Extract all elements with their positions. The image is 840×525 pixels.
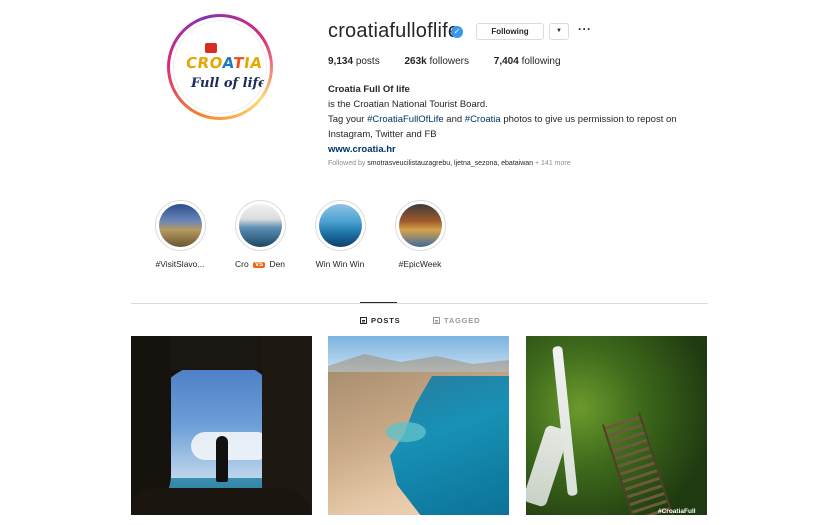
bio-text: Tag your [328, 114, 368, 125]
tab-tagged[interactable]: TAGGED [433, 316, 480, 325]
following-count: 7,404 [493, 56, 519, 67]
highlight-label: Cro VS Den [228, 259, 292, 269]
bio-line-3: Instagram, Twitter and FB [328, 129, 437, 140]
suggestions-dropdown-button[interactable]: ▼ [549, 23, 569, 40]
highlight-label: #EpicWeek [398, 259, 442, 269]
post-thumbnail[interactable] [328, 336, 509, 515]
tab-posts-label: POSTS [371, 316, 401, 325]
profile-stats: 9,134 posts 263k followers 7,404 followi… [328, 56, 583, 67]
highlight-label-part: Cro [234, 259, 249, 269]
logo-letters-1: CRO [184, 54, 224, 72]
grid-icon [360, 317, 367, 324]
highlight-cover-image [398, 204, 442, 247]
posts-stat: 9,134 posts [328, 56, 380, 67]
highlight-ring [234, 200, 286, 251]
highlight-cover-image [318, 204, 362, 247]
followed-by[interactable]: Followed by smotrasveucilistauzagrebu, l… [328, 160, 571, 167]
followers-stat[interactable]: 263k followers [405, 56, 470, 67]
highlight-label-part: Den [269, 259, 286, 269]
story-highlight[interactable]: #VisitSlavo... [148, 200, 212, 269]
croatia-logo-tagline: Full of life [191, 76, 267, 91]
post-image-cloud [191, 432, 271, 460]
website-link[interactable]: www.croatia.hr [328, 142, 708, 157]
posts-count: 9,134 [328, 56, 354, 67]
post-thumbnail[interactable]: #CroatiaFull [526, 336, 707, 515]
bio-full-name: Croatia Full Of life [328, 84, 410, 95]
profile-avatar-story-ring[interactable]: CROATIA Full of life [167, 14, 273, 120]
followers-count: 263k [404, 56, 427, 67]
more-options-icon[interactable]: ··· [578, 22, 592, 36]
tab-tagged-label: TAGGED [444, 316, 481, 325]
profile-bio: Croatia Full Of life is the Croatian Nat… [328, 82, 708, 157]
highlight-ring [154, 200, 206, 251]
hashtag-link[interactable]: #Croatia [465, 114, 501, 125]
followers-label: followers [429, 56, 469, 67]
post-watermark: #CroatiaFull [658, 508, 696, 515]
profile-username: croatiafulloflife [328, 20, 460, 42]
bio-line-1: is the Croatian National Tourist Board. [328, 99, 488, 110]
bio-text: and [443, 114, 465, 125]
vs-badge: VS [253, 262, 266, 268]
followed-by-more[interactable]: + 141 more [533, 160, 571, 167]
highlight-cover-image [238, 204, 282, 247]
avatar-inner: CROATIA Full of life [170, 17, 270, 117]
story-highlight[interactable]: #EpicWeek [388, 200, 452, 269]
highlight-cover-image [158, 204, 202, 247]
post-image-shallows [386, 422, 426, 442]
posts-label: posts [355, 56, 380, 67]
following-label: following [521, 56, 561, 67]
tagged-icon [433, 317, 440, 324]
highlight-ring [314, 200, 366, 251]
active-tab-indicator [360, 302, 397, 303]
followed-by-prefix: Followed by [328, 160, 368, 167]
tab-posts[interactable]: POSTS [360, 316, 400, 325]
following-button[interactable]: Following [476, 23, 544, 40]
verified-badge-icon: ✓ [451, 26, 463, 38]
croatia-logo-wordmark: CROATIA [185, 54, 264, 72]
highlight-ring [394, 200, 446, 251]
profile-avatar[interactable]: CROATIA Full of life [173, 20, 267, 114]
bio-text: photos to give us permission to repost o… [500, 114, 677, 125]
hashtag-link[interactable]: #CroatiaFullOfLife [367, 114, 444, 125]
followed-by-users[interactable]: smotrasveucilistauzagrebu, ljetna_sezona… [367, 160, 533, 167]
tabs-divider [131, 303, 708, 304]
post-image-ground [131, 488, 312, 515]
story-highlight[interactable]: Cro VS Den [228, 200, 292, 269]
post-image-person [216, 436, 228, 482]
bio-line-2: Tag your #CroatiaFullOfLife and #Croatia… [328, 112, 708, 127]
highlight-label: #VisitSlavo... [155, 259, 205, 269]
logo-letters-4: IA [242, 54, 264, 72]
story-highlight[interactable]: Win Win Win [308, 200, 372, 269]
croatia-logo-flag-icon [205, 43, 217, 53]
post-thumbnail[interactable] [131, 336, 312, 515]
following-stat[interactable]: 7,404 following [494, 56, 561, 67]
highlight-label: Win Win Win [315, 259, 365, 269]
